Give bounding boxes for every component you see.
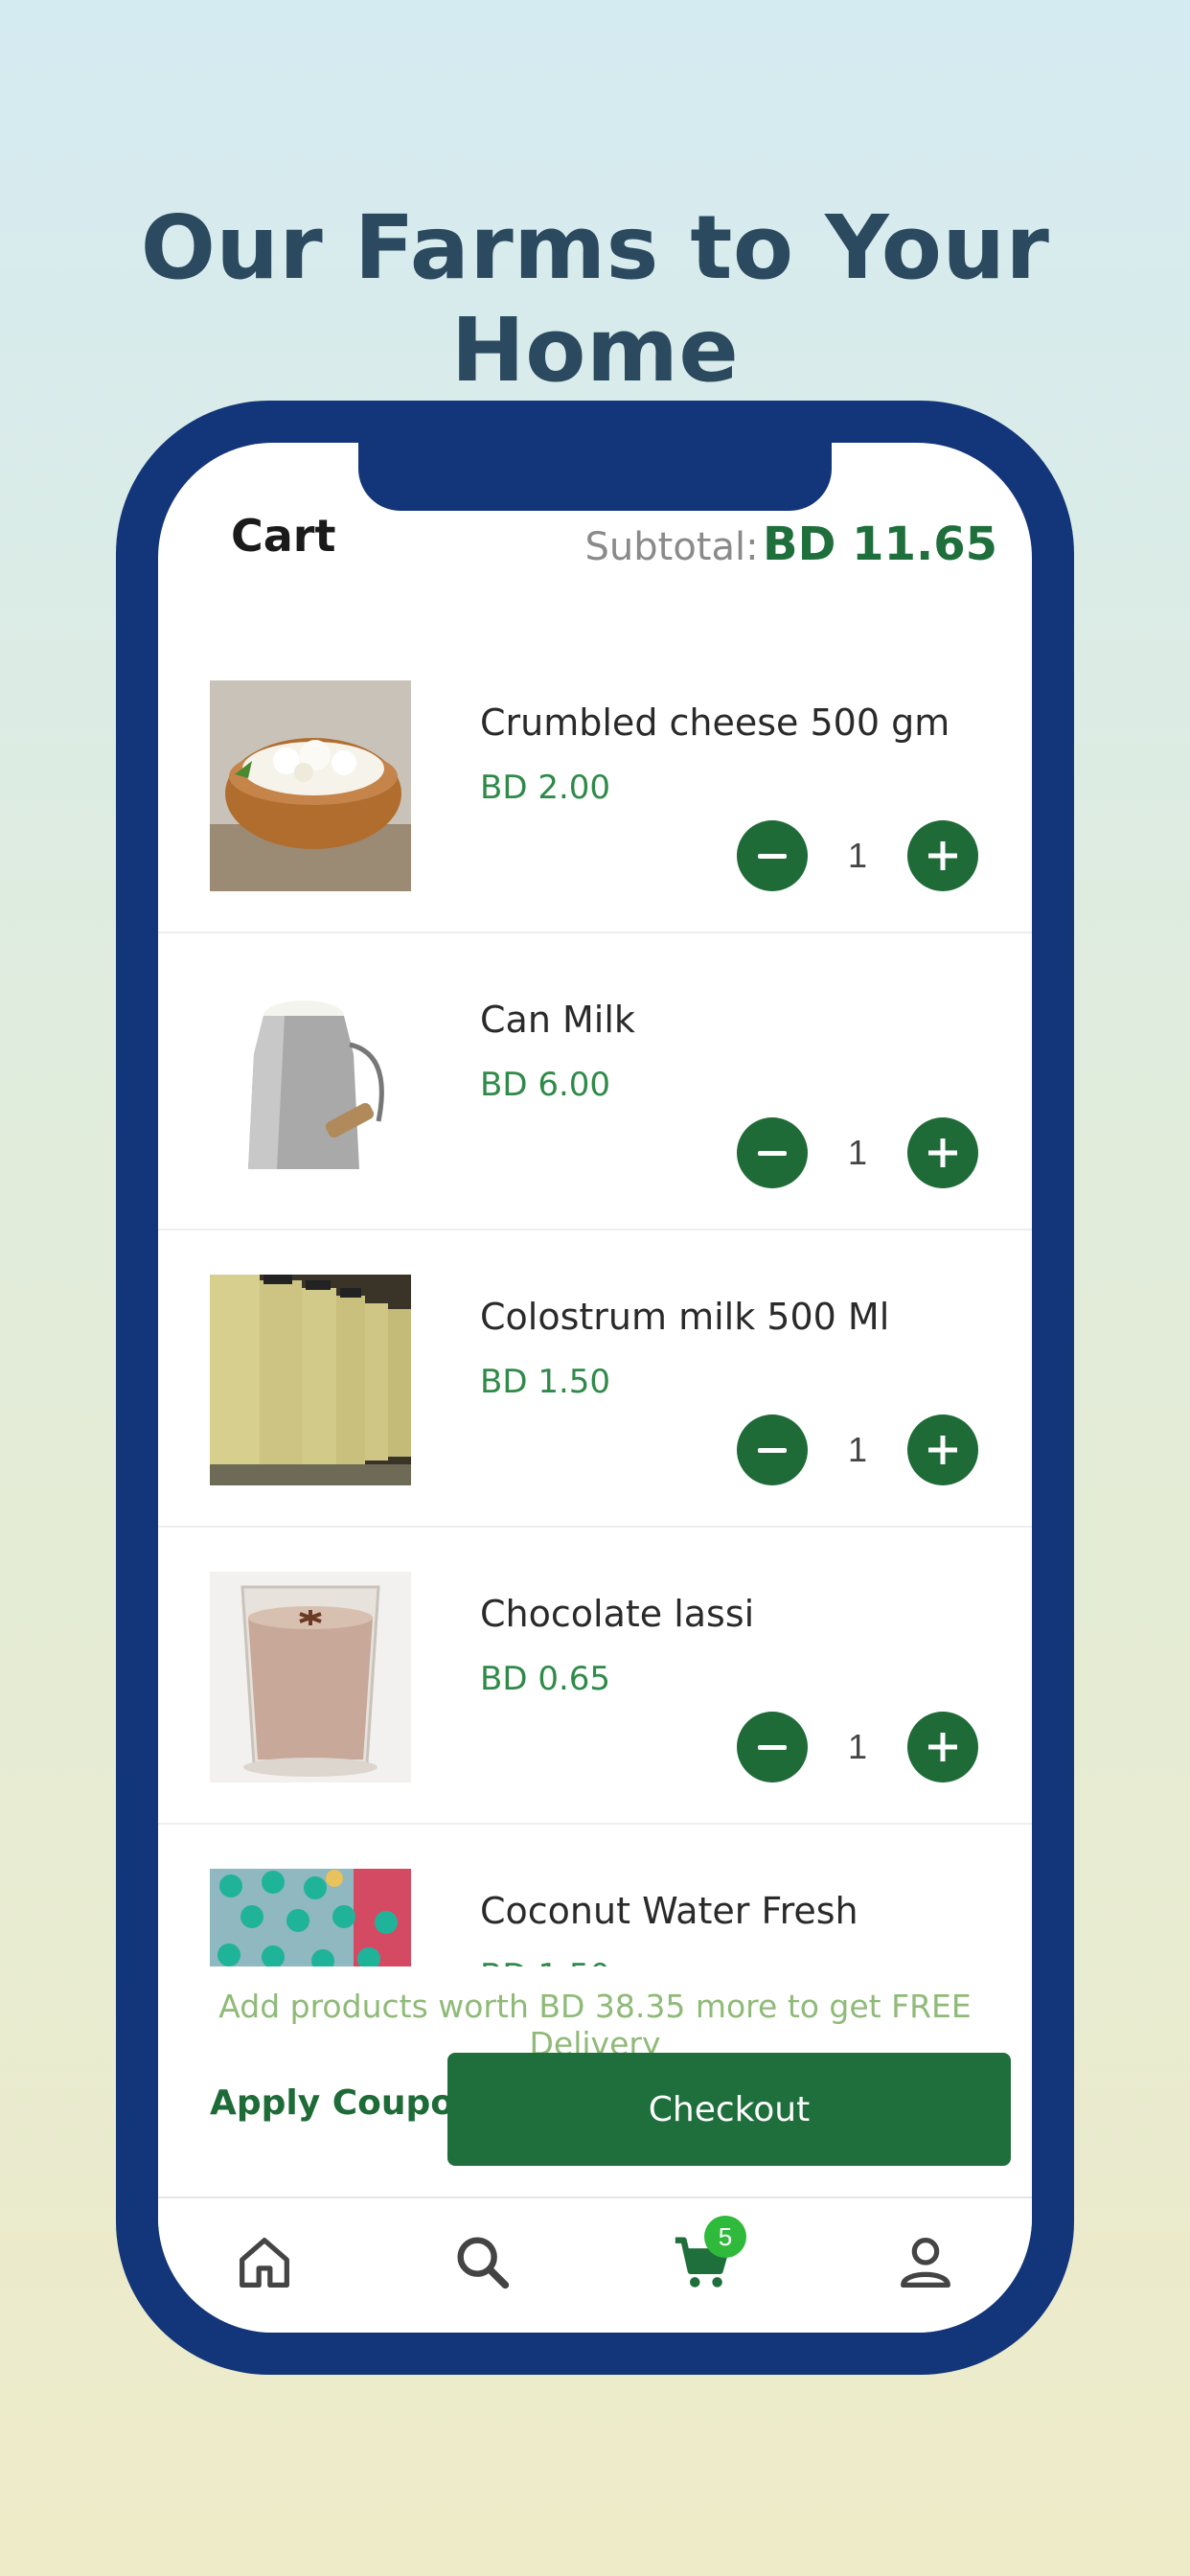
subtotal-value: BD 11.65 — [763, 518, 997, 571]
item-name: Coconut Water Fresh — [480, 1890, 858, 1932]
cart-footer: Add products worth BD 38.35 more to get … — [158, 1966, 1032, 2198]
item-quantity: 1 — [847, 1727, 868, 1766]
item-quantity: 1 — [847, 1133, 868, 1172]
item-name: Chocolate lassi — [480, 1593, 755, 1635]
item-price: BD 6.00 — [480, 1066, 611, 1104]
item-quantity: 1 — [847, 836, 868, 875]
phone-screen: Cart Subtotal: BD 11.65 Crumbled cheese … — [158, 443, 1032, 2333]
increase-quantity-button[interactable] — [907, 820, 978, 891]
page-headline: Our Farms to Your Home — [140, 196, 1050, 402]
subtotal: Subtotal: BD 11.65 — [585, 518, 998, 571]
home-icon — [240, 2238, 289, 2288]
decrease-quantity-button[interactable] — [737, 1117, 808, 1188]
cart-count-badge: 5 — [704, 2216, 746, 2258]
item-name: Crumbled cheese 500 gm — [480, 702, 950, 744]
subtotal-label: Subtotal: — [584, 525, 759, 569]
cart-item: Chocolate lassi BD 0.65 1 — [158, 1526, 1032, 1825]
nav-home[interactable] — [231, 2229, 298, 2296]
minus-icon — [758, 1150, 787, 1156]
milk-can-image — [210, 978, 411, 1188]
profile-icon — [901, 2238, 950, 2288]
item-name: Colostrum milk 500 Ml — [480, 1296, 890, 1338]
milk-bottles-image — [210, 1275, 411, 1485]
nav-cart[interactable]: 5 — [670, 2216, 746, 2296]
minus-icon — [758, 1744, 787, 1750]
item-name: Can Milk — [480, 999, 635, 1041]
item-price: BD 2.00 — [480, 769, 611, 807]
cart-item: Crumbled cheese 500 gm BD 2.00 1 — [158, 634, 1032, 933]
decrease-quantity-button[interactable] — [737, 820, 808, 891]
free-delivery-message: Add products worth BD 38.35 more to get … — [218, 1988, 972, 2062]
cart-item: Can Milk BD 6.00 1 — [158, 932, 1032, 1230]
plus-icon — [928, 1138, 957, 1167]
nav-search[interactable] — [449, 2229, 516, 2296]
search-icon — [457, 2237, 510, 2289]
increase-quantity-button[interactable] — [907, 1712, 978, 1782]
checkout-button[interactable]: Checkout — [447, 2053, 1011, 2166]
lassi-glass-image — [210, 1572, 411, 1782]
phone-notch — [358, 401, 832, 511]
phone-frame: Cart Subtotal: BD 11.65 Crumbled cheese … — [116, 401, 1074, 2375]
plus-icon — [928, 841, 957, 870]
decrease-quantity-button[interactable] — [737, 1414, 808, 1485]
bottom-navigation: 5 — [158, 2198, 1032, 2333]
nav-profile[interactable] — [892, 2229, 959, 2296]
cheese-bowl-image — [210, 680, 411, 891]
item-price: BD 0.65 — [480, 1660, 611, 1698]
cart-item: Colostrum milk 500 Ml BD 1.50 1 — [158, 1229, 1032, 1528]
plus-icon — [928, 1733, 957, 1761]
decrease-quantity-button[interactable] — [737, 1712, 808, 1782]
item-price: BD 1.50 — [480, 1363, 611, 1401]
apply-coupon-link[interactable]: Apply Coupon — [210, 2083, 479, 2123]
increase-quantity-button[interactable] — [907, 1414, 978, 1485]
minus-icon — [758, 853, 787, 859]
minus-icon — [758, 1447, 787, 1453]
cart-title: Cart — [231, 510, 336, 562]
item-quantity: 1 — [847, 1430, 868, 1469]
plus-icon — [928, 1436, 957, 1464]
increase-quantity-button[interactable] — [907, 1117, 978, 1188]
